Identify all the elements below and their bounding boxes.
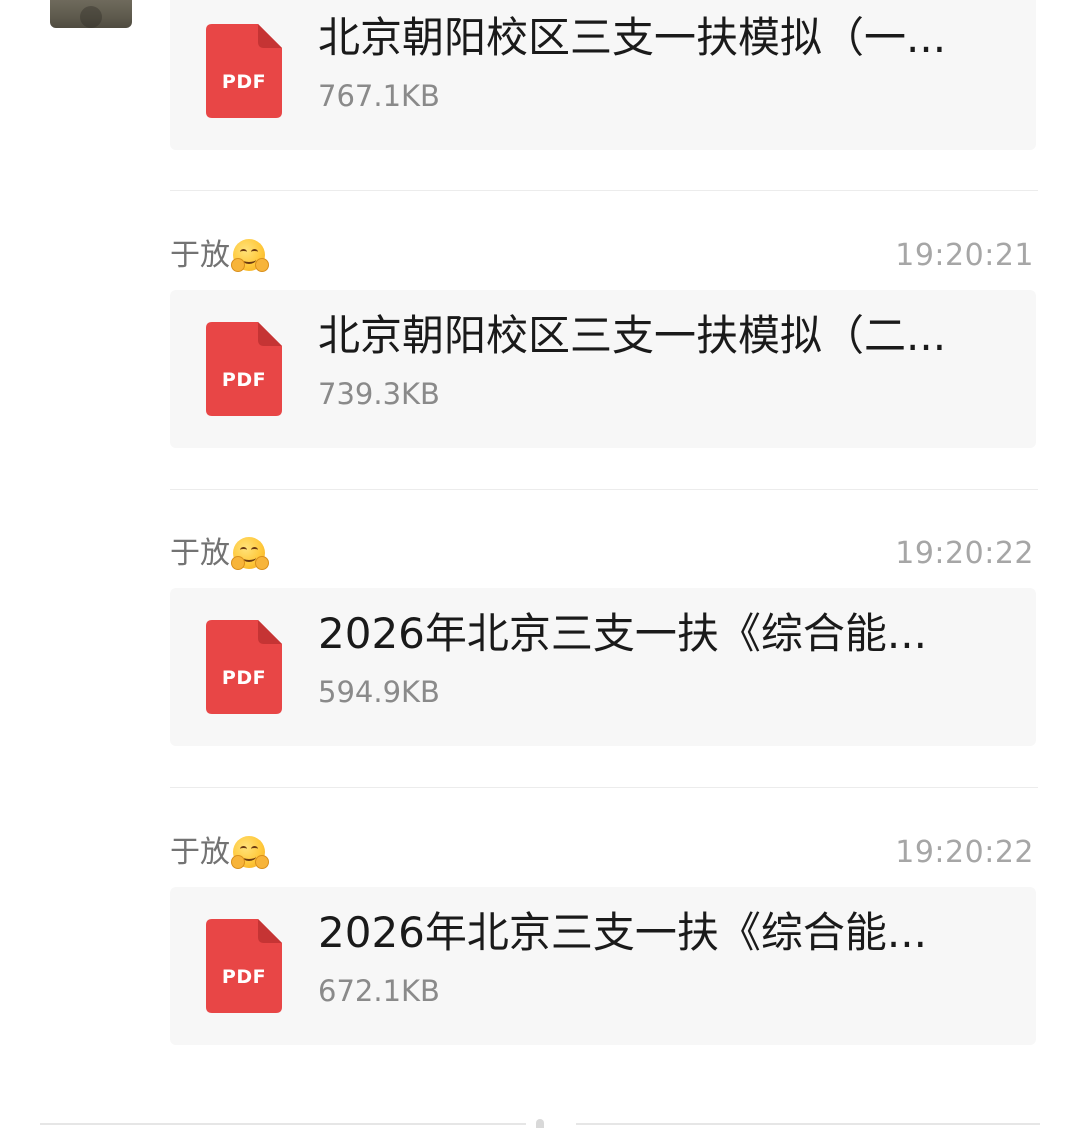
hugging-face-icon <box>231 238 269 272</box>
message-divider <box>170 190 1038 191</box>
avatar[interactable] <box>50 0 132 28</box>
file-size: 767.1KB <box>318 79 440 113</box>
pdf-file-icon: PDF <box>206 620 282 714</box>
file-name: 北京朝阳校区三支一扶模拟（二... <box>318 311 947 360</box>
sender-name-text: 于放 <box>170 536 230 571</box>
sender-name[interactable]: 于放 <box>170 534 269 574</box>
message-timestamp: 19:20:21 <box>895 238 1034 273</box>
file-size: 739.3KB <box>318 377 440 411</box>
pdf-file-icon: PDF <box>206 24 282 118</box>
file-size: 672.1KB <box>318 974 440 1008</box>
file-message-card[interactable]: PDF 2026年北京三支一扶《综合能... 672.1KB <box>170 887 1036 1045</box>
bottom-separator-dot <box>536 1119 544 1128</box>
message-header: 于放 19:20:21 <box>170 236 1036 276</box>
message-divider <box>170 787 1038 788</box>
file-size: 594.9KB <box>318 675 440 709</box>
file-message-card[interactable]: PDF 2026年北京三支一扶《综合能... 594.9KB <box>170 588 1036 746</box>
pdf-label: PDF <box>221 667 267 689</box>
pdf-label: PDF <box>221 966 267 988</box>
hugging-face-icon <box>231 835 269 869</box>
bottom-separator-line <box>40 1123 526 1125</box>
sender-name[interactable]: 于放 <box>170 833 269 873</box>
sender-name[interactable]: 于放 <box>170 236 269 276</box>
pdf-file-icon: PDF <box>206 322 282 416</box>
pdf-label: PDF <box>221 369 267 391</box>
pdf-file-icon: PDF <box>206 919 282 1013</box>
file-name: 2026年北京三支一扶《综合能... <box>318 908 927 957</box>
file-message-card[interactable]: PDF 北京朝阳校区三支一扶模拟（一... 767.1KB <box>170 0 1036 150</box>
bottom-separator-line <box>576 1123 1040 1125</box>
file-name: 北京朝阳校区三支一扶模拟（一... <box>318 13 947 62</box>
hugging-face-icon <box>231 536 269 570</box>
sender-name-text: 于放 <box>170 238 230 273</box>
file-message-card[interactable]: PDF 北京朝阳校区三支一扶模拟（二... 739.3KB <box>170 290 1036 448</box>
pdf-label: PDF <box>221 71 267 93</box>
message-divider <box>170 489 1038 490</box>
message-timestamp: 19:20:22 <box>895 835 1034 870</box>
message-header: 于放 19:20:22 <box>170 833 1036 873</box>
file-name: 2026年北京三支一扶《综合能... <box>318 609 927 658</box>
sender-name-text: 于放 <box>170 835 230 870</box>
message-timestamp: 19:20:22 <box>895 536 1034 571</box>
message-header: 于放 19:20:22 <box>170 534 1036 574</box>
